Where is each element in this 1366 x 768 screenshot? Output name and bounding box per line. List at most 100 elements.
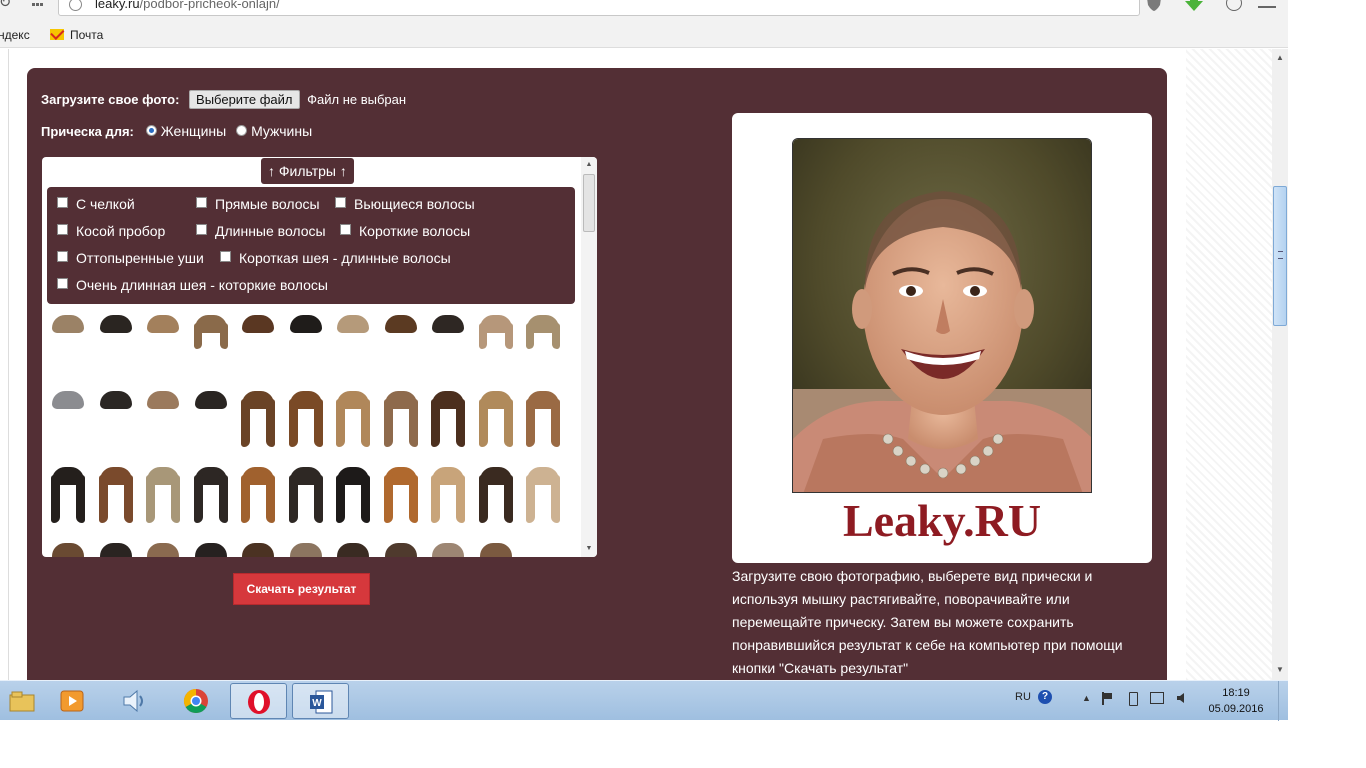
hairstyle-thumbnail[interactable]: [333, 389, 373, 447]
apps-grid-icon[interactable]: [32, 0, 44, 7]
filter-long-hair[interactable]: Длинные волосы: [196, 223, 326, 239]
catalog-scroll-up-icon[interactable]: ▲: [581, 159, 597, 171]
url-text[interactable]: leaky.ru/podbor-pricheok-onlajn/: [95, 0, 280, 11]
battery-icon[interactable]: [1129, 692, 1138, 706]
filter-checkbox[interactable]: [57, 251, 68, 262]
catalog-scroll-down-icon[interactable]: ▼: [581, 543, 597, 555]
filter-straight-hair[interactable]: Прямые волосы: [196, 196, 320, 212]
hairstyle-thumbnail[interactable]: [48, 313, 88, 353]
choose-file-button[interactable]: Выберите файл: [189, 90, 300, 109]
hairstyle-thumbnail[interactable]: [48, 541, 88, 557]
hairstyle-thumbnail[interactable]: [476, 389, 516, 447]
hairstyle-thumbnail[interactable]: [523, 389, 563, 447]
filter-curly-hair[interactable]: Вьющиеся волосы: [335, 196, 475, 212]
clock-time[interactable]: 18:19: [1206, 687, 1266, 699]
filters-toggle-button[interactable]: ↑ Фильтры ↑: [261, 158, 354, 184]
page-scroll-down-icon[interactable]: ▼: [1272, 663, 1288, 677]
volume-icon[interactable]: [1176, 692, 1188, 704]
radio-men[interactable]: [236, 125, 248, 136]
clock-date[interactable]: 05.09.2016: [1204, 703, 1268, 715]
action-center-flag-icon[interactable]: [1102, 692, 1114, 705]
page-scrollbar[interactable]: ▲ ▼: [1272, 49, 1288, 680]
back-button[interactable]: ↻: [0, 0, 16, 14]
site-info-icon[interactable]: [69, 0, 82, 11]
page-scroll-up-icon[interactable]: ▲: [1272, 51, 1288, 65]
hairstyle-thumbnail[interactable]: [428, 313, 468, 353]
hairstyle-thumbnail[interactable]: [428, 541, 468, 557]
hairstyle-thumbnail[interactable]: [286, 465, 326, 523]
preview-photo[interactable]: [792, 138, 1092, 493]
taskbar-opera[interactable]: [230, 683, 287, 719]
menu-icon[interactable]: [1258, 0, 1276, 8]
hairstyle-thumbnail[interactable]: [143, 313, 183, 353]
hairstyle-thumbnail[interactable]: [191, 541, 231, 557]
hairstyle-thumbnail[interactable]: [286, 541, 326, 557]
show-desktop-button[interactable]: [1278, 681, 1288, 721]
hairstyle-thumbnail[interactable]: [238, 541, 278, 557]
filter-protruding-ears[interactable]: Оттопыренные уши: [57, 250, 204, 266]
hairstyle-thumbnail[interactable]: [381, 313, 421, 353]
tray-expand-icon[interactable]: ▲: [1082, 693, 1091, 703]
hairstyle-thumbnail[interactable]: [143, 465, 183, 523]
hairstyle-thumbnail[interactable]: [238, 465, 278, 523]
hairstyle-thumbnail[interactable]: [143, 389, 183, 429]
hairstyle-thumbnail[interactable]: [191, 313, 231, 353]
network-icon[interactable]: [1150, 692, 1164, 704]
hairstyle-thumbnail[interactable]: [96, 389, 136, 429]
hairstyle-thumbnail[interactable]: [96, 313, 136, 353]
taskbar-sound[interactable]: [106, 683, 163, 719]
filter-checkbox[interactable]: [196, 224, 207, 235]
hairstyle-thumbnail[interactable]: [523, 313, 563, 353]
filter-checkbox[interactable]: [335, 197, 346, 208]
filter-long-neck[interactable]: Очень длинная шея - которкие волосы: [57, 277, 328, 293]
download-result-button[interactable]: Скачать результат: [233, 573, 370, 605]
hairstyle-thumbnail[interactable]: [523, 465, 563, 523]
hairstyle-thumbnail[interactable]: [333, 465, 373, 523]
hairstyle-thumbnail[interactable]: [286, 389, 326, 447]
hairstyle-thumbnail[interactable]: [381, 541, 421, 557]
hairstyle-thumbnail[interactable]: [48, 389, 88, 429]
filter-checkbox[interactable]: [57, 224, 68, 235]
filter-side-part[interactable]: Косой пробор: [57, 223, 165, 239]
help-icon[interactable]: ?: [1038, 690, 1052, 704]
downloads-icon[interactable]: [1226, 0, 1242, 11]
hairstyle-thumbnail[interactable]: [96, 541, 136, 557]
hairstyle-thumbnail[interactable]: [476, 541, 516, 557]
filter-checkbox[interactable]: [57, 197, 68, 208]
taskbar-chrome[interactable]: [168, 683, 225, 719]
hairstyle-thumbnail[interactable]: [476, 465, 516, 523]
page-scroll-thumb[interactable]: [1273, 186, 1287, 326]
hairstyle-thumbnail[interactable]: [333, 313, 373, 353]
radio-women[interactable]: [145, 125, 157, 136]
catalog-scroll-thumb[interactable]: [583, 174, 595, 232]
bookmark-mail[interactable]: Почта: [50, 28, 103, 42]
hairstyle-thumbnail[interactable]: [428, 465, 468, 523]
filter-short-hair[interactable]: Короткие волосы: [340, 223, 470, 239]
hairstyle-thumbnail[interactable]: [191, 465, 231, 523]
hairstyle-thumbnail[interactable]: [238, 389, 278, 447]
shield-icon[interactable]: [1145, 0, 1163, 12]
catalog-scrollbar[interactable]: ▲ ▼: [581, 157, 597, 557]
hairstyle-thumbnail[interactable]: [476, 313, 516, 353]
language-indicator[interactable]: RU: [1015, 691, 1031, 703]
hairstyle-thumbnail[interactable]: [191, 389, 231, 429]
address-bar[interactable]: leaky.ru/podbor-pricheok-onlajn/: [58, 0, 1140, 16]
filter-checkbox[interactable]: [57, 278, 68, 289]
hairstyle-thumbnail[interactable]: [143, 541, 183, 557]
gender-option-women[interactable]: Женщины: [145, 123, 226, 139]
hairstyle-thumbnail[interactable]: [381, 465, 421, 523]
gender-option-men[interactable]: Мужчины: [236, 123, 312, 139]
hairstyle-thumbnail[interactable]: [96, 465, 136, 523]
hairstyle-thumbnail[interactable]: [48, 465, 88, 523]
filter-checkbox[interactable]: [196, 197, 207, 208]
hairstyle-thumbnail[interactable]: [238, 313, 278, 353]
hairstyle-thumbnail[interactable]: [286, 313, 326, 353]
taskbar-word[interactable]: W: [292, 683, 349, 719]
filter-checkbox[interactable]: [340, 224, 351, 235]
filter-checkbox[interactable]: [220, 251, 231, 262]
hairstyle-thumbnail[interactable]: [428, 389, 468, 447]
filter-short-neck[interactable]: Короткая шея - длинные волосы: [220, 250, 451, 266]
bookmark-yandex[interactable]: ндекс: [0, 28, 30, 42]
hairstyle-thumbnail[interactable]: [381, 389, 421, 447]
download-arrow-icon[interactable]: [1184, 0, 1204, 12]
